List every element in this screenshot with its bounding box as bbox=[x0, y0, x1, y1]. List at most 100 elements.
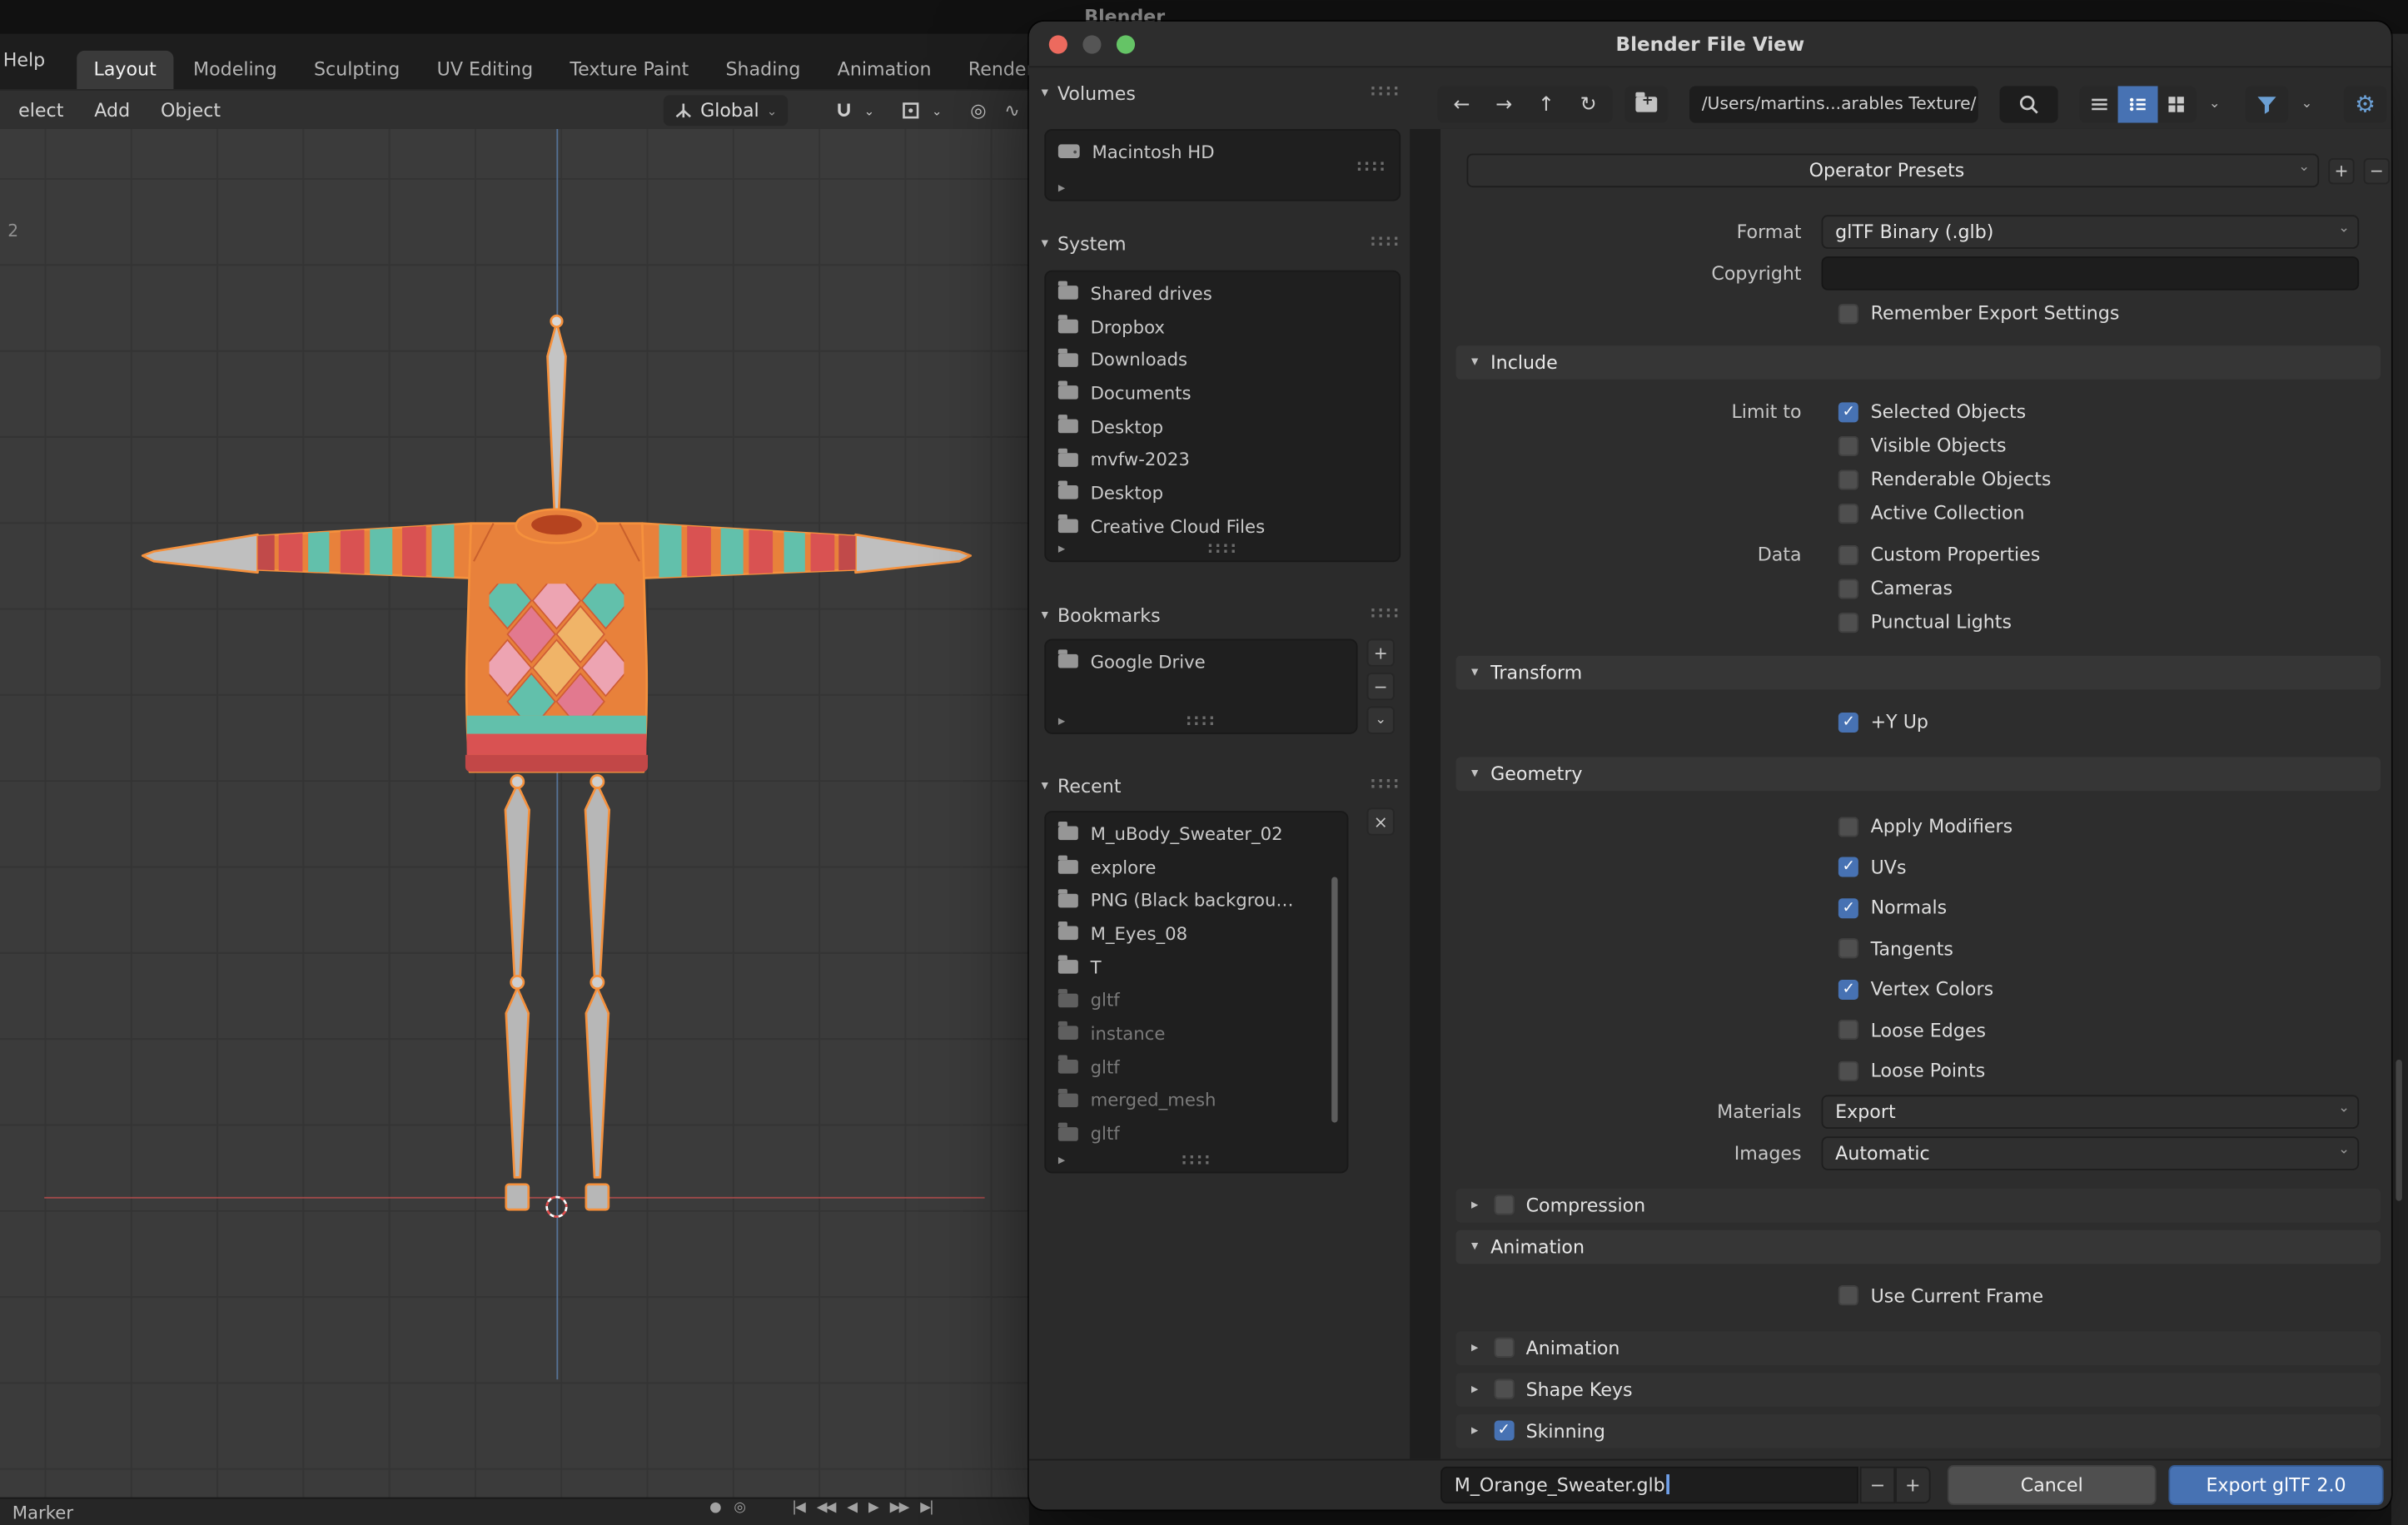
panel-grip[interactable]: :::: bbox=[1370, 83, 1401, 100]
settings-gear-button[interactable]: ⚙ bbox=[2343, 86, 2387, 123]
recent-scrollbar[interactable] bbox=[1331, 877, 1338, 1123]
panel-grip[interactable]: :::: bbox=[1370, 233, 1401, 250]
vertical-list-view-button[interactable] bbox=[2080, 86, 2119, 122]
remove-bookmark-button[interactable]: − bbox=[1366, 673, 1395, 701]
add-bookmark-button[interactable]: + bbox=[1366, 638, 1395, 667]
thumbnail-view-button[interactable] bbox=[2157, 86, 2197, 122]
sidebar-item[interactable]: mvfw-2023 bbox=[1046, 443, 1399, 476]
compression-checkbox[interactable] bbox=[1493, 1195, 1514, 1215]
sidebar-section-volumes[interactable]: ▾ Volumes :::: bbox=[1042, 80, 1401, 107]
clear-recent-button[interactable]: × bbox=[1366, 807, 1395, 836]
section-transform[interactable]: ▾ Transform bbox=[1455, 655, 2381, 690]
checkbox[interactable] bbox=[1838, 469, 1858, 489]
sidebar-item[interactable]: M_uBody_Sweater_02 bbox=[1046, 817, 1347, 850]
sidebar-item[interactable]: Desktop bbox=[1046, 476, 1399, 509]
transport-button[interactable]: ◀◀ bbox=[817, 1500, 837, 1515]
viewport-menu-item[interactable]: Object bbox=[146, 100, 236, 122]
checkbox[interactable] bbox=[1838, 401, 1858, 422]
sidebar-item[interactable]: T bbox=[1046, 951, 1347, 984]
checkbox[interactable] bbox=[1838, 938, 1858, 959]
sidebar-item[interactable]: instance bbox=[1046, 1017, 1347, 1051]
filter-button[interactable] bbox=[2245, 86, 2289, 123]
viewport-menu-item[interactable]: Add bbox=[79, 100, 146, 122]
snap-dropdown[interactable]: ⌄ bbox=[860, 95, 878, 126]
filename-increment-button[interactable]: + bbox=[1895, 1466, 1931, 1504]
section-compression[interactable]: ▸ Compression bbox=[1455, 1188, 2381, 1222]
remove-preset-button[interactable]: − bbox=[2363, 157, 2391, 184]
section-include[interactable]: ▾ Include bbox=[1455, 345, 2381, 380]
workspace-tab[interactable]: UV Editing bbox=[420, 51, 550, 89]
sync-icon[interactable]: ◎ bbox=[734, 1500, 745, 1515]
expand-arrow[interactable]: ▸ bbox=[1058, 1154, 1065, 1169]
forward-button[interactable]: → bbox=[1484, 93, 1524, 117]
transport-button[interactable]: |◀ bbox=[792, 1500, 806, 1515]
checkbox[interactable] bbox=[1838, 503, 1858, 524]
panel-grip[interactable]: :::: bbox=[1186, 713, 1216, 729]
bookmarks-menu-button[interactable]: ⌄ bbox=[1366, 706, 1395, 734]
transform-orientation-dropdown[interactable]: Global ⌄ bbox=[663, 95, 789, 127]
checkbox[interactable] bbox=[1838, 857, 1858, 877]
sidebar-item[interactable]: gltf bbox=[1046, 1051, 1347, 1084]
workspace-tab[interactable]: Animation bbox=[820, 51, 948, 89]
checkbox[interactable] bbox=[1838, 897, 1858, 918]
refresh-button[interactable]: ↻ bbox=[1569, 93, 1609, 117]
sidebar-item[interactable]: explore bbox=[1046, 850, 1347, 883]
checkbox[interactable] bbox=[1838, 1061, 1858, 1081]
snap-target-icon[interactable] bbox=[897, 95, 924, 126]
sidebar-item[interactable]: Macintosh HD bbox=[1046, 135, 1399, 168]
horizontal-list-view-button[interactable] bbox=[2118, 86, 2157, 123]
sidebar-item[interactable]: Downloads bbox=[1046, 343, 1399, 376]
up-button[interactable]: ↑ bbox=[1526, 93, 1566, 117]
section-animation[interactable]: ▾ Animation bbox=[1455, 1229, 2381, 1264]
sidebar-item[interactable]: PNG (Black backgrou… bbox=[1046, 884, 1347, 917]
workspace-tab[interactable]: Sculpting bbox=[297, 51, 417, 89]
checkbox[interactable] bbox=[1838, 817, 1858, 837]
use-current-frame-checkbox[interactable] bbox=[1838, 1285, 1858, 1306]
panel-grip[interactable]: :::: bbox=[1181, 1152, 1211, 1169]
materials-dropdown[interactable]: Export bbox=[1821, 1094, 2360, 1129]
expand-arrow[interactable]: ▸ bbox=[1058, 181, 1065, 196]
display-mode-dropdown[interactable]: ⌄ bbox=[2199, 86, 2230, 122]
export-button[interactable]: Export glTF 2.0 bbox=[2168, 1465, 2384, 1506]
snap-magnet-icon[interactable] bbox=[829, 95, 857, 126]
checkbox[interactable] bbox=[1838, 544, 1858, 565]
sidebar-item[interactable]: Dropbox bbox=[1046, 310, 1399, 343]
snap-target-dropdown[interactable]: ⌄ bbox=[928, 95, 946, 126]
add-preset-button[interactable]: + bbox=[2328, 157, 2355, 184]
viewport-menu-item[interactable]: elect bbox=[3, 100, 79, 122]
images-dropdown[interactable]: Automatic bbox=[1821, 1135, 2360, 1170]
search-input[interactable] bbox=[1999, 86, 2058, 123]
falloff-icon[interactable]: ∿ bbox=[998, 95, 1026, 126]
sidebar-item[interactable]: gltf bbox=[1046, 984, 1347, 1017]
sidebar-section-bookmarks[interactable]: ▾ Bookmarks :::: bbox=[1042, 602, 1401, 629]
sidebar-item[interactable]: M_Eyes_08 bbox=[1046, 917, 1347, 951]
workspace-tab[interactable]: Rendering bbox=[952, 51, 1029, 89]
expand-arrow[interactable]: ▸ bbox=[1058, 542, 1065, 557]
workspace-tab[interactable]: Layout bbox=[77, 50, 174, 90]
auto-keyframe-icon[interactable]: ● bbox=[709, 1500, 721, 1515]
filter-dropdown[interactable]: ⌄ bbox=[2291, 86, 2322, 122]
sub-panel-header[interactable]: ▸ Animation bbox=[1455, 1330, 2381, 1365]
checkbox[interactable] bbox=[1838, 578, 1858, 599]
checkbox[interactable] bbox=[1838, 712, 1858, 733]
sub-panel-header[interactable]: ▸ Skinning bbox=[1455, 1413, 2381, 1448]
transport-button[interactable]: ▶▶ bbox=[890, 1500, 910, 1515]
panel-grip[interactable]: :::: bbox=[1356, 158, 1387, 175]
filename-decrement-button[interactable]: − bbox=[1859, 1466, 1896, 1504]
checkbox[interactable] bbox=[1838, 435, 1858, 456]
3d-viewport[interactable]: 2 bbox=[0, 128, 1029, 1498]
transport-button[interactable]: ◀ bbox=[847, 1500, 858, 1515]
expand-arrow[interactable]: ▸ bbox=[1058, 714, 1065, 729]
sidebar-section-recent[interactable]: ▾ Recent :::: bbox=[1042, 772, 1401, 800]
menu-help[interactable]: Help bbox=[3, 49, 45, 71]
sidebar-item[interactable]: merged_mesh bbox=[1046, 1084, 1347, 1117]
sidebar-section-system[interactable]: ▾ System :::: bbox=[1042, 231, 1401, 258]
sidebar-item[interactable]: Desktop bbox=[1046, 410, 1399, 443]
sidebar-item[interactable]: Shared drives bbox=[1046, 276, 1399, 310]
sub-panel-header[interactable]: ▸ Shape Keys bbox=[1455, 1372, 2381, 1407]
path-field[interactable]: /Users/martins...arables Texture/ bbox=[1689, 86, 1978, 123]
cancel-button[interactable]: Cancel bbox=[1947, 1465, 2157, 1506]
remember-checkbox[interactable] bbox=[1838, 303, 1858, 324]
filename-field[interactable]: M_Orange_Sweater.glb bbox=[1440, 1466, 1858, 1504]
checkbox[interactable] bbox=[1838, 979, 1858, 1000]
